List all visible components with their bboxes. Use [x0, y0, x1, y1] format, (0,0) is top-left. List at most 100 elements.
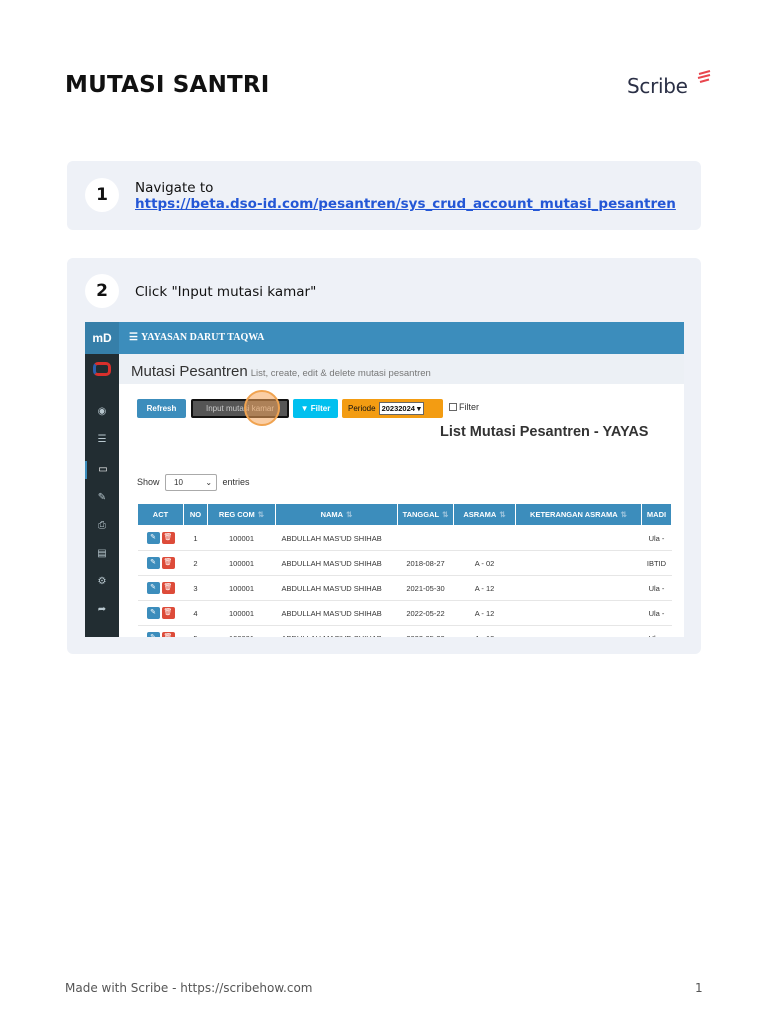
page-number: 1 [695, 981, 703, 995]
show-label: Show [137, 476, 160, 487]
table-row: ✎ 🗑 1 100001 ABDULLAH MAS'UD SHIHAB Ula - [137, 525, 672, 551]
delete-icon[interactable]: 🗑 [161, 632, 175, 637]
table-cell: 100001 [207, 575, 276, 601]
entries-label: entries [222, 476, 250, 487]
table-cell: 2022-05-22 [397, 600, 454, 626]
table-cell: 2 [183, 550, 208, 576]
filter-button[interactable]: ▼ Filter [293, 399, 338, 418]
table-cell [515, 600, 642, 626]
periode-dropdown[interactable]: Periode 20232024 ▾ [342, 399, 443, 418]
table-header-row: ACT NO REG COM ⇅ NAMA ⇅ TANGGAL ⇅ ASRAMA ⇅ K… [137, 503, 672, 526]
table-cell: A - 12 [453, 600, 516, 626]
delete-icon[interactable]: 🗑 [161, 582, 175, 594]
table-cell: ABDULLAH MAS'UD SHIHAB [275, 625, 398, 637]
table-cell: ABDULLAH MAS'UD SHIHAB [275, 525, 398, 551]
edit-icon[interactable]: ✎ [146, 532, 160, 544]
column-header[interactable]: ASRAMA ⇅ [453, 503, 516, 526]
table-cell: ABDULLAH MAS'UD SHIHAB [275, 575, 398, 601]
column-header[interactable]: NO [183, 503, 208, 526]
scribe-logo-text: Scribe [627, 74, 688, 98]
column-header[interactable]: REG COM ⇅ [207, 503, 276, 526]
edit-icon[interactable]: ✎ [146, 582, 160, 594]
table-cell: 3 [183, 575, 208, 601]
share-icon[interactable]: ➦ [85, 604, 119, 615]
table-cell: 2023-05-22 [397, 625, 454, 637]
book-icon[interactable]: ▤ [85, 548, 119, 559]
scribe-mark-icon [697, 70, 711, 83]
page-title: Mutasi Pesantren [131, 363, 248, 380]
content-header: Mutasi Pesantren List, create, edit & del… [119, 354, 684, 384]
table-cell: IBTID [641, 550, 672, 576]
delete-icon[interactable]: 🗑 [161, 532, 175, 544]
table-cell: 100001 [207, 600, 276, 626]
checkbox-icon[interactable] [449, 403, 457, 411]
brand-logo-icon [93, 362, 111, 376]
sort-icon: ⇅ [346, 510, 353, 519]
page-heading: Mutasi Pesantren List, create, edit & del… [131, 363, 431, 380]
app-topbar: mD ☰ YAYASAN DARUT TAQWA [85, 322, 684, 354]
table-cell: Ula - [641, 525, 672, 551]
navigate-link[interactable]: https://beta.dso-id.com/pesantren/sys_cr… [135, 196, 676, 212]
table-cell: Ula - [641, 625, 672, 637]
column-header-label: REG COM [218, 510, 255, 519]
entries-select[interactable]: 10 ⌄ [165, 474, 218, 491]
mutasi-table: ACT NO REG COM ⇅ NAMA ⇅ TANGGAL ⇅ ASRAMA ⇅ K… [137, 503, 672, 637]
hamburger-icon[interactable]: ☰ [129, 332, 138, 343]
sort-icon: ⇅ [620, 510, 627, 519]
table-cell [515, 575, 642, 601]
dashboard-icon[interactable]: ◉ [85, 406, 119, 417]
sort-icon: ⇅ [257, 510, 265, 519]
table-cell [397, 525, 454, 551]
edit-icon[interactable]: ✎ [146, 607, 160, 619]
column-header[interactable]: KETERANGAN ASRAMA ⇅ [515, 503, 642, 526]
org-title: ☰ YAYASAN DARUT TAQWA [129, 332, 264, 343]
column-header[interactable]: ACT [137, 503, 184, 526]
column-header[interactable]: MADI [641, 503, 672, 526]
app-logo[interactable]: mD [85, 322, 119, 354]
column-header[interactable]: NAMA ⇅ [275, 503, 398, 526]
document-title: MUTASI SANTRI [65, 72, 270, 98]
filter-checkbox[interactable]: Filter [449, 402, 479, 412]
print-icon[interactable]: ⎙ [85, 520, 119, 531]
table-cell: ABDULLAH MAS'UD SHIHAB [275, 550, 398, 576]
table-row: ✎ 🗑 3 100001 ABDULLAH MAS'UD SHIHAB 2021-05-3… [137, 575, 672, 601]
step-instruction: Navigate to https://beta.dso-id.com/pesa… [135, 180, 676, 212]
edit-icon[interactable]: ✎ [85, 492, 119, 503]
table-cell [453, 525, 516, 551]
table-row: ✎ 🗑 4 100001 ABDULLAH MAS'UD SHIHAB 2022-05-2… [137, 600, 672, 626]
delete-icon[interactable]: 🗑 [161, 557, 175, 569]
step-number: 1 [85, 178, 119, 212]
act-cell: ✎🗑 [137, 575, 184, 601]
table-cell: 4 [183, 600, 208, 626]
table-cell [515, 550, 642, 576]
database-icon[interactable]: ☰ [85, 434, 119, 445]
app-sidebar: ◉ ☰ ▭ ✎ ⎙ ▤ ⚙ ➦ [85, 354, 119, 637]
step-instruction: Click "Input mutasi kamar" [135, 284, 317, 300]
column-header-label: ASRAMA [463, 510, 497, 519]
delete-icon[interactable]: 🗑 [161, 607, 175, 619]
list-title: List Mutasi Pesantren - YAYAS [440, 424, 649, 440]
page-subtitle: List, create, edit & delete mutasi pesan… [250, 368, 431, 379]
refresh-button[interactable]: Refresh [137, 399, 186, 418]
periode-select[interactable]: 20232024 ▾ [378, 402, 424, 415]
step-number: 2 [85, 274, 119, 308]
edit-icon[interactable]: ✎ [146, 557, 160, 569]
table-cell: Ula - [641, 575, 672, 601]
entries-value: 10 [174, 478, 183, 487]
column-header[interactable]: TANGGAL ⇅ [397, 503, 454, 526]
act-cell: ✎🗑 [137, 525, 184, 551]
org-name: YAYASAN DARUT TAQWA [140, 332, 265, 343]
act-cell: ✎🗑 [137, 600, 184, 626]
table-cell [515, 525, 642, 551]
column-header-label: TANGGAL [402, 510, 440, 519]
click-highlight [244, 390, 280, 426]
laptop-icon[interactable]: ▭ [85, 461, 119, 479]
settings-icon[interactable]: ⚙ [85, 576, 119, 587]
edit-icon[interactable]: ✎ [146, 632, 160, 637]
table-cell: A - 12 [453, 625, 516, 637]
footer-credit: Made with Scribe - https://scribehow.com [65, 981, 313, 995]
table-row: ✎🗑5100001ABDULLAH MAS'UD SHIHAB2023-05-2… [137, 625, 672, 637]
show-entries: Show 10 ⌄ entries [137, 474, 250, 491]
act-cell: ✎🗑 [137, 550, 184, 576]
table-cell: Ula - [641, 600, 672, 626]
